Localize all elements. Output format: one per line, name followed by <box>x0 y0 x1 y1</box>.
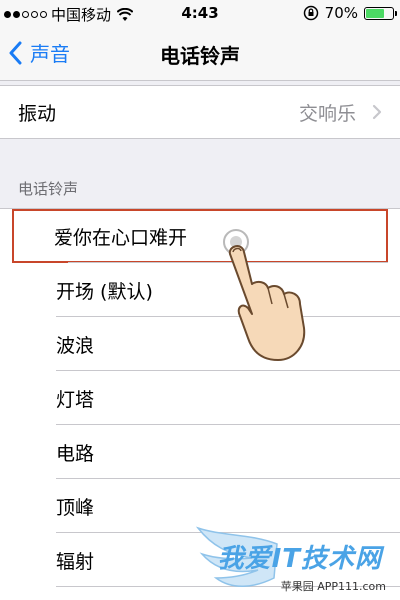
battery-fill <box>366 8 385 18</box>
section-header: 电话铃声 <box>18 180 79 198</box>
battery-icon <box>364 6 397 20</box>
ringtone-item[interactable]: 电路 <box>0 425 400 479</box>
ringtone-label: 开场 (默认) <box>56 280 153 303</box>
ringtone-item[interactable]: 爱你在心口难开 <box>12 209 388 263</box>
page-title: 电话铃声 <box>160 44 240 68</box>
vibration-row[interactable]: 振动 交响乐 <box>0 85 400 139</box>
ringtone-label: 电路 <box>56 442 95 465</box>
battery-percent: 70% <box>324 4 358 22</box>
ringtone-list: 爱你在心口难开 开场 (默认) 波浪 灯塔 电路 顶峰 辐射 <box>0 208 400 600</box>
ringtone-label: 爱你在心口难开 <box>54 226 188 249</box>
vibration-value: 交响乐 <box>298 102 356 125</box>
status-bar: 中国移动 4:43 70% <box>0 0 400 26</box>
ringtone-label: 波浪 <box>56 334 95 357</box>
navigation-bar: 声音 电话铃声 <box>0 26 400 81</box>
ringtone-label: 顶峰 <box>56 496 95 519</box>
ringtone-label: 灯塔 <box>56 388 95 411</box>
vibration-label: 振动 <box>18 102 57 125</box>
ringtone-item[interactable]: 开场 (默认) <box>0 263 400 317</box>
ringtone-item[interactable]: 顶峰 <box>0 479 400 533</box>
screen: 中国移动 4:43 70% 声音 电话铃声 振动 交响乐 电话铃声 爱你在心口难… <box>0 0 400 600</box>
status-right: 70% <box>303 4 397 22</box>
ringtone-label: 辐射 <box>56 550 95 573</box>
ringtone-item[interactable]: 波浪 <box>0 317 400 371</box>
rotation-lock-icon <box>303 5 318 21</box>
ringtone-item[interactable]: 辐射 <box>0 533 400 587</box>
chevron-right-icon <box>372 104 382 120</box>
ringtone-item[interactable]: 灯塔 <box>0 371 400 425</box>
